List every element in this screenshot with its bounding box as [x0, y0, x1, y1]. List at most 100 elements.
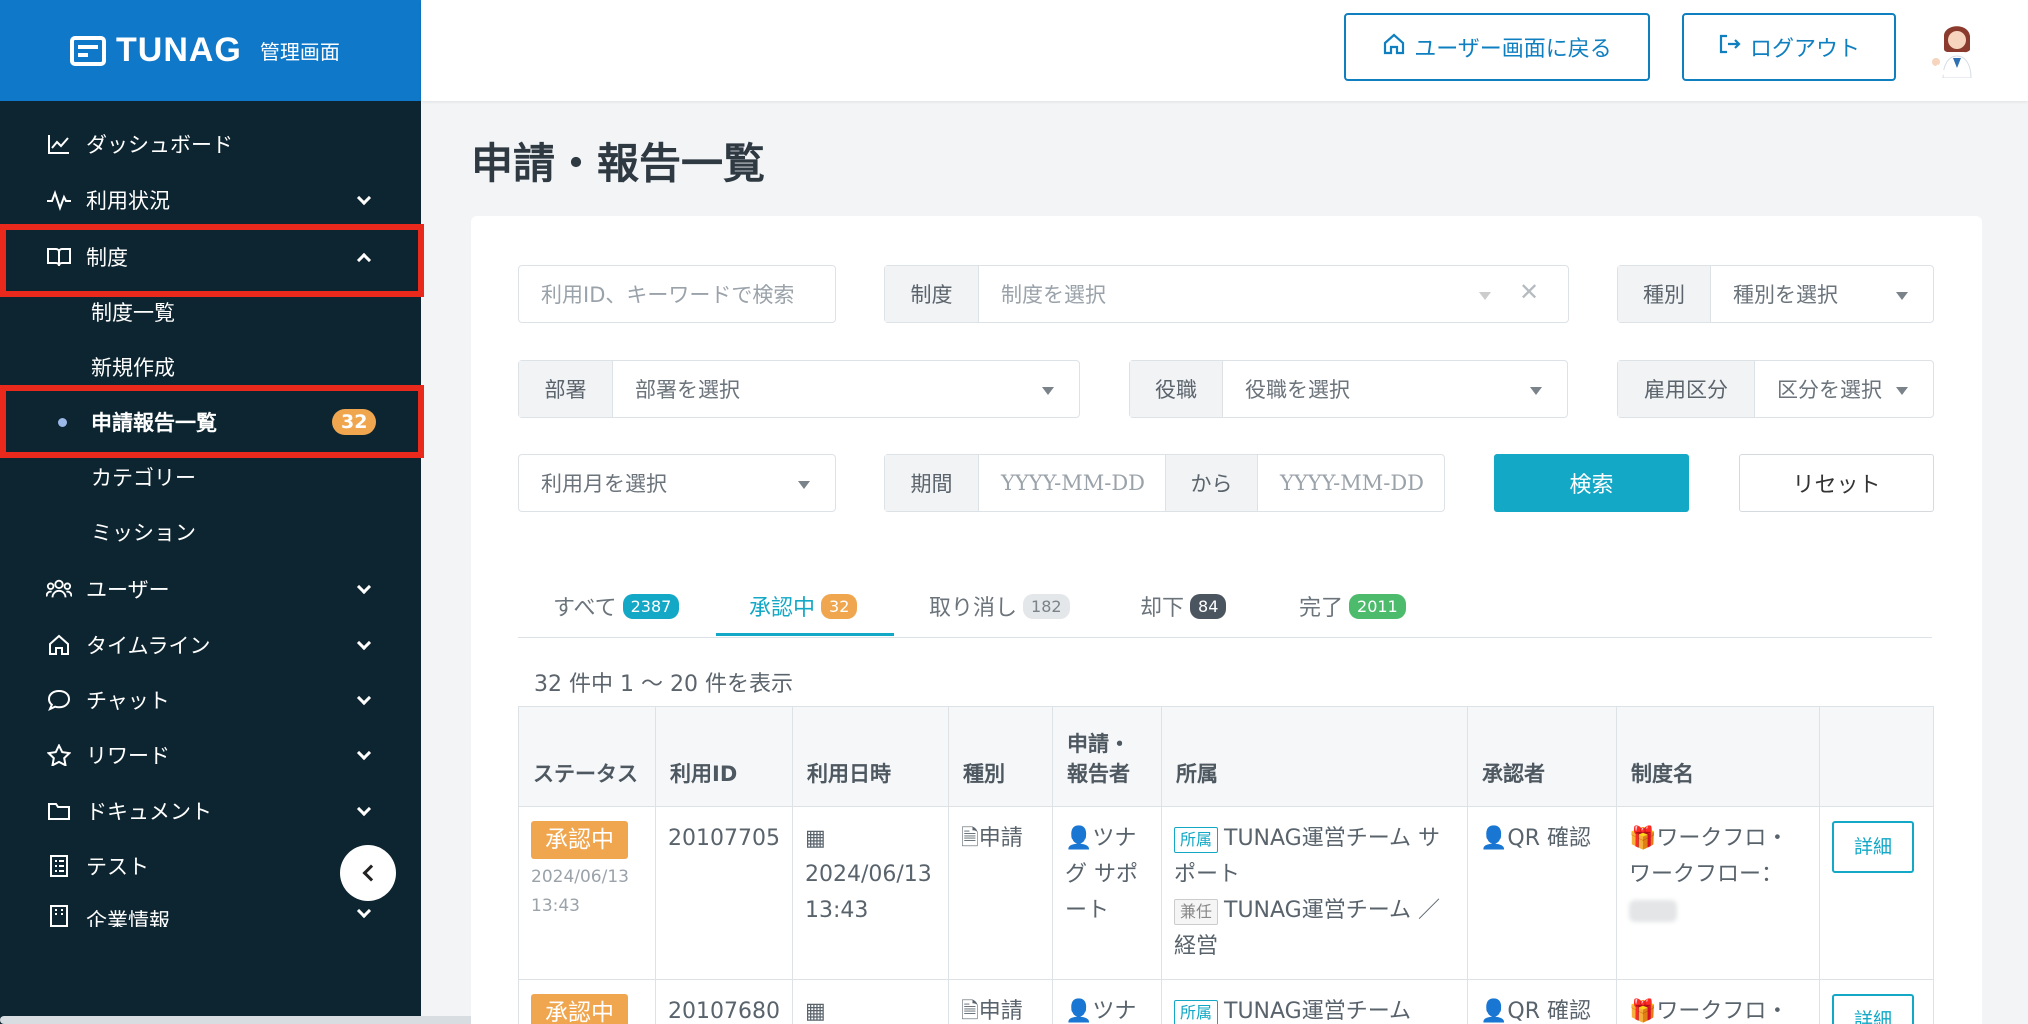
folder-icon — [46, 798, 72, 824]
tunag-logo-icon — [70, 35, 106, 66]
month-placeholder: 利用月を選択 — [541, 472, 667, 496]
col-status: ステータス — [518, 706, 656, 807]
user-avatar[interactable] — [1928, 18, 1984, 79]
sidebar-item-label: テスト — [86, 855, 149, 879]
search-button[interactable]: 検索 — [1494, 454, 1689, 512]
sidebar-item-label: 企業情報 — [86, 909, 170, 927]
sidebar-item-label: 利用状況 — [86, 189, 170, 213]
caret-down-icon — [1896, 292, 1908, 300]
star-icon — [46, 742, 72, 768]
affiliation-tag: 所属 — [1173, 827, 1218, 853]
tab-count-badge: 84 — [1190, 593, 1227, 619]
sidebar-item-label: リワード — [86, 744, 170, 768]
tab-count-badge: 32 — [821, 593, 858, 619]
sidebar-item-users[interactable]: ユーザー — [0, 564, 421, 614]
employment-label: 雇用区分 — [1618, 361, 1755, 417]
caret-down-icon — [798, 481, 810, 489]
sidebar-item-usage[interactable]: 利用状況 — [0, 175, 421, 225]
back-to-user-button[interactable]: ユーザー画面に戻る — [1344, 13, 1650, 81]
keyword-search-input[interactable]: 利用ID、キーワードで検索 — [518, 265, 836, 323]
date-to-input[interactable]: YYYY-MM-DD — [1258, 471, 1444, 495]
detail-button[interactable]: 詳細 — [1831, 821, 1914, 873]
table-row: 承認中 2024/06/13 13:43 20107705 ▦ 2024/06/… — [518, 806, 1934, 980]
sidebar-item-label: ユーザー — [86, 578, 170, 602]
building-icon — [46, 903, 72, 927]
user-icon: 👤 — [1479, 826, 1508, 851]
tab-pending[interactable]: 承認中 32 — [749, 576, 858, 636]
dept-select[interactable]: 部署 部署を選択 — [518, 360, 1080, 418]
chart-line-icon — [46, 131, 72, 157]
user-icon: 👤 — [1064, 999, 1093, 1024]
tab-all[interactable]: すべて 2387 — [553, 576, 680, 636]
active-tab-indicator — [716, 633, 894, 636]
reset-button[interactable]: リセット — [1739, 454, 1934, 512]
active-dot — [58, 417, 67, 427]
status-badge: 承認中 — [531, 821, 628, 859]
type-placeholder: 種別を選択 — [1733, 283, 1838, 307]
collapse-sidebar-button[interactable] — [340, 845, 396, 901]
logout-label: ログアウト — [1749, 37, 1860, 62]
sidebar-item-label: ダッシュボード — [86, 133, 233, 157]
sidebar-item-label: 申請報告一覧 — [91, 411, 217, 435]
users-icon — [46, 576, 72, 602]
sidebar-item-label: ミッション — [91, 521, 196, 545]
clear-icon[interactable]: ✕ — [1519, 278, 1539, 306]
affiliation-tag: 所属 — [1173, 1000, 1218, 1024]
system-select[interactable]: 制度 制度を選択 ✕ — [884, 265, 1569, 323]
position-placeholder: 役職を選択 — [1245, 378, 1350, 402]
tab-label: 承認中 — [749, 596, 816, 621]
sidebar-item-system[interactable]: 制度 — [0, 232, 421, 282]
logout-button[interactable]: ログアウト — [1682, 13, 1896, 81]
sidebar-item-applications[interactable]: 申請報告一覧 32 — [0, 397, 421, 447]
caret-down-icon — [1896, 387, 1908, 395]
sidebar: TUNAG 管理画面 ダッシュボード 利用状況 制度 制度一覧 新規作成 申請報… — [0, 0, 424, 1024]
sidebar-item-document[interactable]: ドキュメント — [0, 786, 421, 836]
sidebar-item-system-list[interactable]: 制度一覧 — [0, 287, 421, 337]
type-select[interactable]: 種別 種別を選択 — [1617, 265, 1934, 323]
employment-select[interactable]: 雇用区分 区分を選択 — [1617, 360, 1934, 418]
table-row: 承認中 20107680 ▦ 🗎申請 👤ツナ 所属 TUNAG運営チーム 👤QR … — [518, 979, 1934, 1024]
sidebar-item-reward[interactable]: リワード — [0, 730, 421, 780]
home-icon — [46, 632, 72, 658]
count-badge: 32 — [332, 409, 377, 435]
position-select[interactable]: 役職 役職を選択 — [1129, 360, 1568, 418]
month-select[interactable]: 利用月を選択 — [518, 454, 836, 512]
date-from-input[interactable]: YYYY-MM-DD — [979, 455, 1166, 511]
calendar-icon: ▦ — [804, 826, 826, 851]
test-icon — [46, 853, 72, 879]
applications-table: ステータス 利用ID 利用日時 種別 申請・報告者 所属 承認者 制度名 承認中… — [518, 706, 1934, 1024]
chevron-down-icon — [356, 745, 372, 763]
tab-cancelled[interactable]: 取り消し 182 — [929, 576, 1070, 636]
sidebar-item-new[interactable]: 新規作成 — [0, 342, 421, 392]
tab-completed[interactable]: 完了 2011 — [1299, 576, 1406, 636]
detail-button[interactable]: 詳細 — [1831, 994, 1914, 1024]
sidebar-item-category[interactable]: カテゴリー — [0, 452, 421, 502]
chevron-down-icon — [356, 579, 372, 597]
sidebar-item-dashboard[interactable]: ダッシュボード — [0, 119, 421, 169]
sidebar-item-chat[interactable]: チャット — [0, 675, 421, 725]
document-icon: 🗎 — [960, 999, 979, 1024]
document-icon: 🗎 — [960, 826, 979, 851]
sidebar-item-mission[interactable]: ミッション — [0, 507, 421, 557]
sidebar-item-company[interactable]: 企業情報 — [0, 897, 421, 927]
status-date: 2024/06/13 — [531, 867, 629, 887]
applicant-name: ツナ — [1092, 999, 1137, 1024]
tabs-divider — [518, 637, 1932, 638]
brand-name: TUNAG — [116, 31, 242, 69]
col-approver: 承認者 — [1466, 706, 1617, 807]
chevron-down-icon — [356, 635, 372, 653]
system-placeholder: 制度を選択 — [1001, 283, 1106, 307]
col-applicant: 申請・報告者 — [1051, 706, 1162, 807]
sidebar-item-timeline[interactable]: タイムライン — [0, 620, 421, 670]
chevron-up-icon — [356, 249, 372, 267]
brand-logo[interactable]: TUNAG 管理画面 — [0, 0, 421, 101]
employment-placeholder: 区分を選択 — [1777, 378, 1882, 402]
tab-label: すべて — [553, 596, 617, 621]
tab-rejected[interactable]: 却下 84 — [1140, 576, 1227, 636]
sidebar-item-label: 制度 — [86, 246, 128, 270]
user-icon: 👤 — [1479, 999, 1508, 1024]
dept-placeholder: 部署を選択 — [635, 378, 740, 402]
tab-count-badge: 2011 — [1349, 593, 1406, 619]
col-actions — [1818, 706, 1934, 807]
tab-label: 取り消し — [929, 596, 1018, 621]
